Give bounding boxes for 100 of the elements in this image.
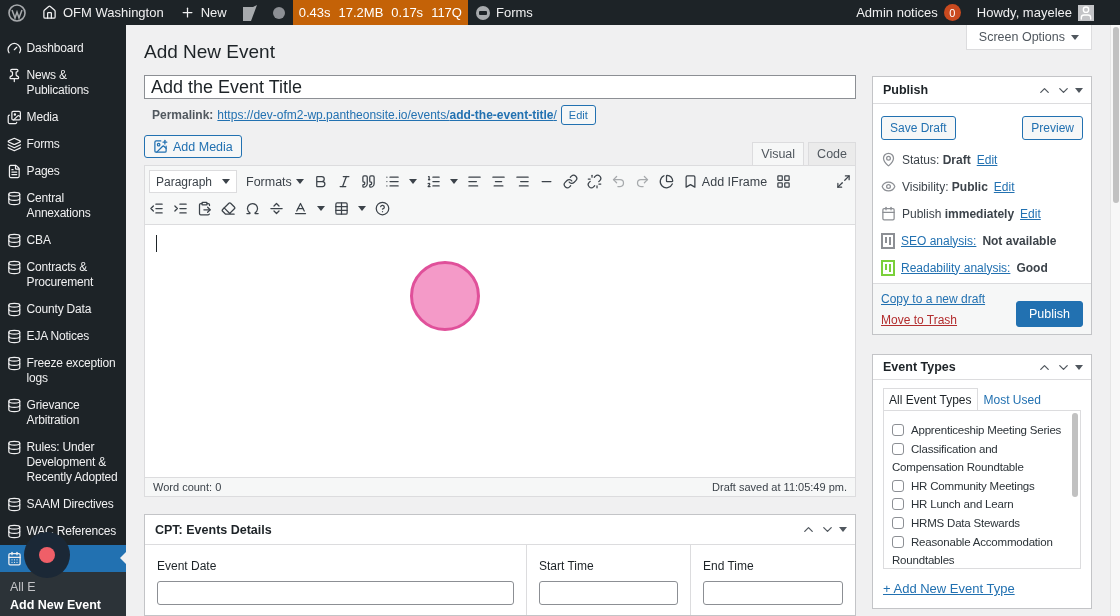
edit-link[interactable]: Edit xyxy=(1020,206,1041,221)
numbered-list-icon[interactable] xyxy=(425,174,441,189)
sidebar-item[interactable]: Freeze exception logs xyxy=(0,350,126,392)
sidebar-item[interactable]: Dashboard xyxy=(0,35,126,62)
align-center-icon[interactable] xyxy=(490,174,506,189)
seo-plugin-icon[interactable] xyxy=(242,4,257,21)
calendar-icon xyxy=(7,551,22,566)
analysis-link[interactable]: SEO analysis: xyxy=(901,233,977,248)
page-scrollbar[interactable] xyxy=(1110,25,1120,616)
screen-options-button[interactable]: Screen Options xyxy=(965,25,1092,50)
indent-icon[interactable] xyxy=(173,201,188,216)
sidebar-item[interactable]: Pages xyxy=(0,158,126,185)
analysis-link[interactable]: Readability analysis: xyxy=(901,260,1011,275)
bullet-list-icon[interactable] xyxy=(384,174,400,189)
category-option[interactable]: HR Community Meetings xyxy=(892,476,1070,496)
italic-icon[interactable] xyxy=(336,174,352,189)
align-left-icon[interactable] xyxy=(466,174,482,189)
save-draft-button[interactable]: Save Draft xyxy=(881,116,956,140)
field-label: End Time xyxy=(703,559,755,573)
sidebar-item[interactable]: Grievance Arbitration xyxy=(0,392,126,434)
analysis-result: Good xyxy=(1016,260,1048,275)
performance-panel[interactable]: 0.43s 17.2MB 0.17s 117Q xyxy=(292,0,468,25)
menu-icon xyxy=(7,302,22,317)
eraser-icon[interactable] xyxy=(221,201,236,216)
category-option[interactable]: HRMS Data Stewards xyxy=(892,513,1070,533)
text-color-icon[interactable] xyxy=(293,201,308,216)
sidebar-item[interactable]: CBA xyxy=(0,227,126,254)
submenu-item[interactable]: Add New Event xyxy=(10,596,126,614)
quote-icon[interactable] xyxy=(360,174,376,189)
link-icon[interactable] xyxy=(562,174,578,189)
edit-link[interactable]: Edit xyxy=(976,152,998,167)
add-event-type-link[interactable]: + Add New Event Type xyxy=(883,581,1015,596)
category-option[interactable]: Classification and Compensation Roundtable xyxy=(892,439,1070,477)
copy-draft-link[interactable]: Copy to a new draft xyxy=(881,292,986,306)
grid-icon[interactable] xyxy=(776,174,792,189)
fullscreen-icon[interactable] xyxy=(836,174,851,189)
table-icon[interactable] xyxy=(334,201,349,216)
admin-notices[interactable]: Admin notices 0 xyxy=(848,0,969,25)
editor-tab[interactable]: Code xyxy=(808,142,856,165)
edit-permalink-button[interactable]: Edit xyxy=(560,105,596,125)
input-field[interactable] xyxy=(703,581,843,605)
menu-icon xyxy=(7,260,22,275)
formats-menu[interactable]: Formats xyxy=(246,174,304,189)
sidebar-item[interactable]: News & Publications xyxy=(0,62,126,104)
trash-link[interactable]: Move to Trash xyxy=(881,313,986,327)
performance-metric: 0.17s xyxy=(391,5,424,20)
help-icon[interactable] xyxy=(375,201,390,216)
caret-icon xyxy=(358,206,366,211)
menu-icon xyxy=(7,137,22,152)
unlink-icon[interactable] xyxy=(586,174,602,189)
box-title: Publish xyxy=(883,83,929,97)
preview-button[interactable]: Preview xyxy=(1022,116,1083,140)
special-character-icon[interactable] xyxy=(245,201,260,216)
category-option[interactable]: Apprenticeship Meeting Series xyxy=(892,421,1070,440)
sidebar-item[interactable]: EJA Notices xyxy=(0,323,126,350)
checkbox[interactable] xyxy=(892,535,904,548)
menu-icon xyxy=(7,356,22,371)
sidebar-item[interactable]: County Data xyxy=(0,296,126,323)
menu-icon xyxy=(7,41,22,56)
editor-tab[interactable]: Visual xyxy=(752,142,805,165)
add-iframe-button[interactable]: Add IFrame xyxy=(682,174,768,189)
input-field[interactable] xyxy=(157,581,514,605)
outdent-icon[interactable] xyxy=(149,201,164,216)
checkbox[interactable] xyxy=(892,442,904,455)
publish-button[interactable]: Publish xyxy=(1016,301,1083,327)
align-right-icon[interactable] xyxy=(514,174,530,189)
submenu-item[interactable]: All E xyxy=(10,578,126,596)
word-count: Word count: 0 xyxy=(153,481,222,493)
status-dot-icon xyxy=(272,6,285,19)
sidebar-item[interactable]: SAAM Directives xyxy=(0,491,126,518)
category-option[interactable]: HR Lunch and Learn xyxy=(892,495,1070,514)
menu-icon xyxy=(7,110,22,125)
forms-menu[interactable]: Forms xyxy=(467,0,541,25)
pie-chart-icon[interactable] xyxy=(658,174,674,189)
analysis-result: Not available xyxy=(982,233,1057,248)
sidebar-item[interactable]: Media xyxy=(0,104,126,131)
site-link[interactable]: OFM Washington xyxy=(34,0,172,25)
sidebar-item[interactable]: Contracts & Procurement xyxy=(0,254,126,296)
category-option[interactable]: Reasonable Accommodation Roundtables xyxy=(892,532,1070,568)
wordpress-logo-icon[interactable] xyxy=(8,3,26,22)
checkbox[interactable] xyxy=(892,516,904,529)
checkbox[interactable] xyxy=(892,479,904,492)
list-scrollbar[interactable] xyxy=(1072,413,1078,497)
category-tab[interactable]: All Event Types xyxy=(883,388,978,411)
sidebar-item[interactable]: Forms xyxy=(0,131,126,158)
input-field[interactable] xyxy=(539,581,678,605)
title-field[interactable]: Add the Event Title xyxy=(144,75,856,99)
format-select[interactable]: Paragraph xyxy=(149,170,237,193)
account-menu[interactable]: Howdy, mayelee xyxy=(968,0,1102,25)
add-media-button[interactable]: Add Media xyxy=(144,135,242,158)
media-icon xyxy=(153,139,168,154)
permalink-link[interactable]: https://dev-ofm2-wp.pantheonsite.io/events/add-the-event-title/ xyxy=(217,108,557,122)
sidebar-item[interactable]: Rules: Under Development & Recently Adopted xyxy=(0,434,126,491)
checkbox[interactable] xyxy=(892,498,904,511)
paste-text-icon[interactable] xyxy=(197,201,212,216)
checkbox[interactable] xyxy=(892,424,904,436)
new-menu[interactable]: New xyxy=(171,0,235,25)
sidebar-item[interactable]: Central Annexations xyxy=(0,185,126,227)
edit-link[interactable]: Edit xyxy=(993,179,1015,194)
read-more-icon[interactable] xyxy=(269,201,284,216)
